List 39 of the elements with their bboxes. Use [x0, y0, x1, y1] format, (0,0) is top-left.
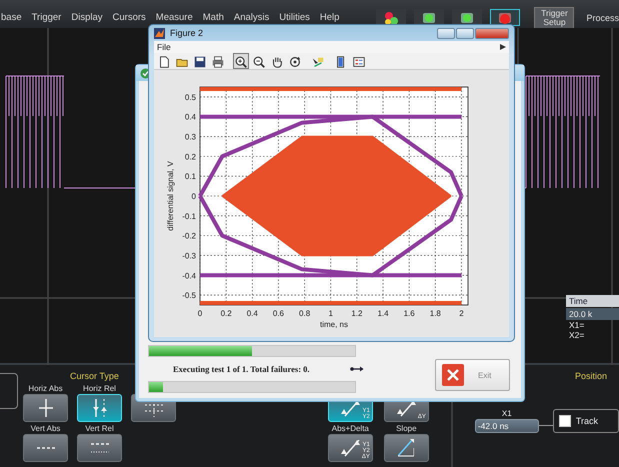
readout-label: Time [566, 295, 619, 307]
window-title: Figure 2 [170, 28, 204, 38]
tick-label: 0.3 [184, 132, 196, 142]
tick-label: -0.3 [182, 251, 196, 260]
axis-label: differential signal, V [166, 161, 175, 231]
tick-label: -0.1 [182, 212, 196, 221]
tick-label: 2 [459, 309, 464, 318]
tick-label: -0.5 [182, 291, 196, 300]
cursor-label: Horiz Rel [83, 384, 116, 394]
tick-label: 0.1 [184, 172, 196, 182]
cursor-label: Vert Rel [85, 424, 114, 434]
tick-label: 0.5 [184, 92, 196, 102]
tick-label: -0.2 [182, 232, 196, 241]
tick-label: 0.4 [246, 309, 258, 318]
cursor-label: Abs+Delta [332, 424, 369, 434]
tick-label: 0.6 [272, 309, 284, 318]
tick-label: 0.8 [299, 309, 310, 318]
tick-label: 1.8 [430, 309, 441, 318]
tick-label: 0.4 [184, 112, 196, 122]
tick-label: 0.2 [220, 309, 232, 318]
tick-label: 1.2 [351, 309, 362, 318]
readout-value: 20.0 k [566, 308, 619, 320]
readout-text: X1= [568, 321, 586, 330]
cursor-label: Vert Abs [30, 424, 60, 434]
tick-label: 0.2 [184, 152, 196, 162]
tick-label: 1.4 [377, 309, 389, 318]
tick-label: 1 [328, 309, 333, 318]
axis-label: time, ns [320, 320, 348, 330]
tick-label: 0 [198, 309, 202, 318]
tick-label: 0 [192, 192, 196, 202]
tick-label: 1.6 [404, 309, 415, 318]
status-message: Executing test 1 of 1. Total failures: 0. [173, 364, 310, 374]
field-label: X1 [502, 409, 512, 419]
cursor-label: Horiz Abs [28, 384, 63, 394]
panel-title: Position [574, 371, 607, 381]
panel-title: Cursor Type [70, 371, 119, 381]
cursor-label: Slope [396, 424, 417, 434]
readout-text: X2= [568, 331, 586, 340]
tick-label: -0.4 [182, 271, 196, 280]
